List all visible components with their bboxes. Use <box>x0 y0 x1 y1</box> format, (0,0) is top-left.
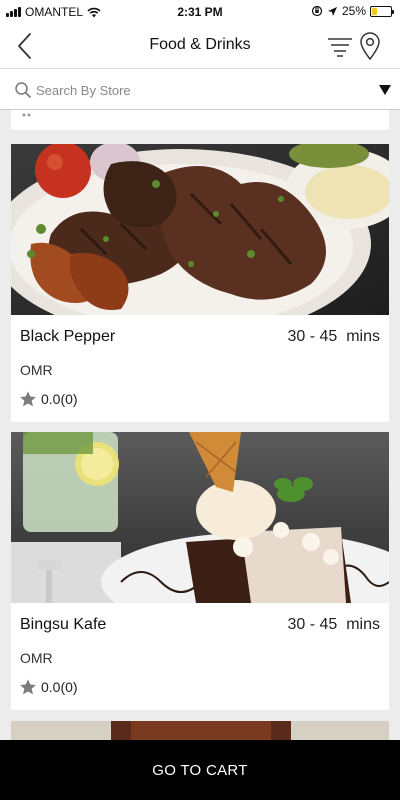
currency-label: OMR <box>20 650 53 666</box>
store-image <box>11 432 389 603</box>
header: Food & Drinks <box>0 24 400 68</box>
store-list-screen: OMANTEL 2:31 PM 25% Food & Drinks Search… <box>0 0 400 800</box>
triangle-down-icon <box>379 85 391 95</box>
previous-card-edge <box>11 110 389 130</box>
delivery-time: 30 - 45 mins <box>287 328 380 345</box>
rating-value: 0.0(0) <box>41 679 78 695</box>
status-bar: OMANTEL 2:31 PM 25% <box>0 0 400 24</box>
partial-rating-icon <box>22 113 31 117</box>
location-pin-icon <box>360 32 380 61</box>
location-button[interactable] <box>358 31 382 61</box>
store-name: Bingsu Kafe <box>20 616 107 633</box>
filter-button[interactable] <box>326 34 354 58</box>
go-to-cart-label: GO TO CART <box>152 761 248 779</box>
star-icon <box>20 679 36 695</box>
search-bar <box>0 68 400 110</box>
filter-icon <box>328 38 352 57</box>
store-card-partial[interactable] <box>11 721 389 740</box>
currency-label: OMR <box>20 362 53 378</box>
store-dropdown-button[interactable] <box>378 83 392 95</box>
go-to-cart-button[interactable]: GO TO CART <box>0 740 400 800</box>
store-card[interactable]: Bingsu Kafe 30 - 45 mins OMR 0.0(0) <box>11 432 389 710</box>
status-right: 25% <box>311 4 394 18</box>
star-icon <box>20 391 36 407</box>
search-input[interactable] <box>36 77 356 103</box>
store-image <box>11 144 389 315</box>
store-list: Black Pepper 30 - 45 mins OMR 0.0(0) Bin… <box>0 110 400 740</box>
delivery-time: 30 - 45 mins <box>287 616 380 633</box>
store-card[interactable]: Black Pepper 30 - 45 mins OMR 0.0(0) <box>11 144 389 422</box>
battery-percent: 25% <box>341 4 366 18</box>
store-name: Black Pepper <box>20 328 116 345</box>
rating: 0.0(0) <box>19 678 78 696</box>
rating-value: 0.0(0) <box>41 391 78 407</box>
battery-level <box>372 7 377 15</box>
store-image <box>11 721 389 740</box>
orientation-lock-icon <box>311 5 323 17</box>
rating: 0.0(0) <box>19 390 78 408</box>
battery-icon <box>370 5 394 17</box>
search-icon <box>15 82 31 98</box>
location-arrow-icon <box>327 6 337 16</box>
